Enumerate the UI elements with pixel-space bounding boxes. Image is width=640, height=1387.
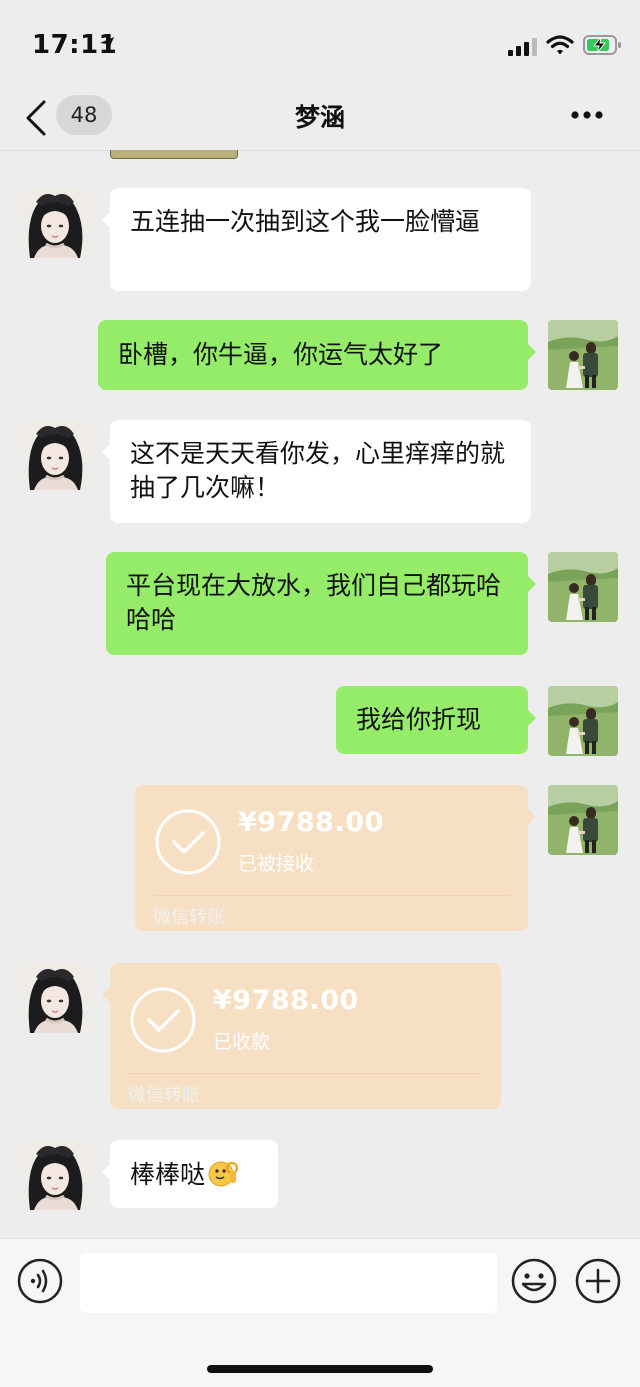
transfer-divider: [153, 895, 510, 896]
status-bar: 17:11: [0, 0, 640, 88]
contact-avatar[interactable]: [20, 188, 90, 258]
chat-header: 48 梦涵: [0, 88, 640, 151]
message-text: 卧槽，你牛逼，你运气太好了: [118, 340, 444, 369]
check-circle-icon: [155, 809, 221, 875]
transfer-card-received[interactable]: ¥9788.00 已收款 微信转账: [102, 963, 501, 1109]
cellular-signal-icon: [508, 38, 537, 56]
message-input[interactable]: [80, 1253, 497, 1313]
more-options-icon[interactable]: [570, 110, 604, 120]
message-text: 五连抽一次抽到这个我一脸懵逼: [130, 207, 481, 236]
emoji-face-icon[interactable]: [510, 1257, 558, 1305]
outgoing-message-bubble[interactable]: 卧槽，你牛逼，你运气太好了: [98, 320, 536, 390]
message-text: 平台现在大放水，我们自己都玩哈哈哈: [126, 571, 502, 634]
image-message-partial[interactable]: [110, 150, 238, 159]
contact-avatar[interactable]: [20, 963, 90, 1033]
voice-input-icon[interactable]: [16, 1257, 64, 1305]
outgoing-message-bubble[interactable]: 我给你折现: [336, 686, 536, 754]
my-avatar[interactable]: [548, 686, 618, 756]
ok-hand-emoji-icon: [208, 1161, 239, 1187]
chat-title: 梦涵: [294, 103, 345, 132]
incoming-message-bubble[interactable]: 棒棒哒: [102, 1140, 278, 1208]
transfer-status: 已被接收: [238, 853, 315, 875]
battery-charging-icon: [583, 35, 621, 55]
check-circle-icon: [130, 987, 196, 1053]
transfer-amount: ¥9788.00: [213, 985, 359, 1016]
transfer-footer: 微信转账: [128, 1085, 200, 1106]
incoming-message-bubble[interactable]: 五连抽一次抽到这个我一脸懵逼: [102, 188, 531, 291]
outgoing-message-bubble[interactable]: 平台现在大放水，我们自己都玩哈哈哈: [106, 552, 536, 655]
wifi-icon: [546, 35, 574, 55]
message-text: 我给你折现: [356, 705, 482, 734]
message-text: 这不是天天看你发，心里痒痒的就抽了几次嘛！: [130, 439, 506, 502]
transfer-footer: 微信转账: [153, 907, 225, 928]
plus-circle-icon[interactable]: [574, 1257, 622, 1305]
contact-avatar[interactable]: [20, 1140, 90, 1210]
my-avatar[interactable]: [548, 320, 618, 390]
contact-avatar[interactable]: [20, 420, 90, 490]
my-avatar[interactable]: [548, 785, 618, 855]
transfer-card-sent[interactable]: ¥9788.00 已被接收 微信转账: [135, 785, 536, 931]
my-avatar[interactable]: [548, 552, 618, 622]
location-arrow-icon: [100, 37, 114, 51]
transfer-status: 已收款: [213, 1031, 271, 1053]
message-text: 棒棒哒: [130, 1160, 206, 1189]
home-indicator: [207, 1365, 433, 1373]
incoming-message-bubble[interactable]: 这不是天天看你发，心里痒痒的就抽了几次嘛！: [102, 420, 531, 523]
input-bar: [0, 1238, 640, 1387]
transfer-amount: ¥9788.00: [238, 807, 384, 838]
transfer-divider: [128, 1073, 483, 1074]
